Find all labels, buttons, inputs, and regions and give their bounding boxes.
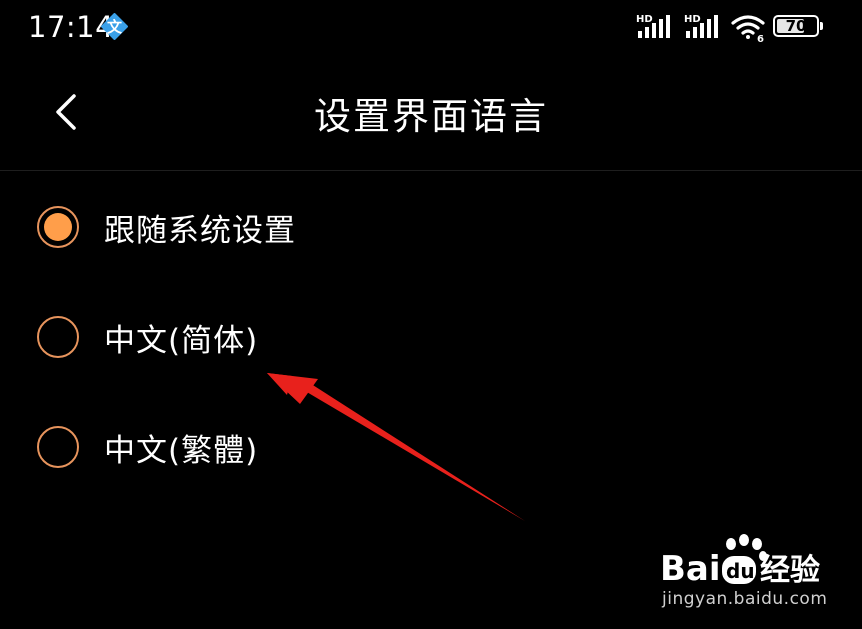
watermark-url: jingyan.baidu.com xyxy=(662,589,828,609)
status-bar: 17:14 文 HD HD 6 70 xyxy=(0,0,862,56)
battery-icon: 70 xyxy=(773,15,827,39)
wifi-icon: 6 xyxy=(731,15,765,43)
svg-text:Bai: Bai xyxy=(660,549,721,589)
option-label: 跟随系统设置 xyxy=(104,213,296,249)
battery-level: 70 xyxy=(785,17,807,35)
radio-button[interactable] xyxy=(37,206,79,248)
option-label: 中文(简体) xyxy=(104,323,259,359)
input-method-icon: 文 xyxy=(101,13,128,40)
baidu-jingyan-logo: Bai du 经验 xyxy=(660,534,820,589)
language-option-traditional-chinese[interactable]: 中文(繁體) xyxy=(0,406,620,486)
page-title: 设置界面语言 xyxy=(314,95,548,138)
cellular-signal-icon: HD xyxy=(636,14,670,38)
header-divider xyxy=(0,170,862,171)
cellular-signal-icon: HD xyxy=(684,14,718,38)
screen: 17:14 文 HD HD 6 70 设置界面语言 跟随系统设置 中文(简体) … xyxy=(0,0,862,629)
header: 设置界面语言 xyxy=(0,60,862,170)
battery-tip xyxy=(820,22,823,30)
svg-text:du: du xyxy=(726,559,755,583)
svg-text:经验: 经验 xyxy=(760,553,820,588)
option-label: 中文(繁體) xyxy=(104,433,259,469)
language-option-follow-system[interactable]: 跟随系统设置 xyxy=(0,186,620,266)
svg-text:HD: HD xyxy=(636,14,653,25)
language-option-simplified-chinese[interactable]: 中文(简体) xyxy=(0,296,620,376)
svg-text:文: 文 xyxy=(107,18,123,36)
radio-button[interactable] xyxy=(37,426,79,468)
radio-button[interactable] xyxy=(37,316,79,358)
baidu-watermark: Bai du 经验 jingyan.baidu.com xyxy=(650,534,850,614)
svg-text:HD: HD xyxy=(684,14,701,25)
svg-text:6: 6 xyxy=(757,34,764,43)
radio-dot xyxy=(44,213,72,241)
